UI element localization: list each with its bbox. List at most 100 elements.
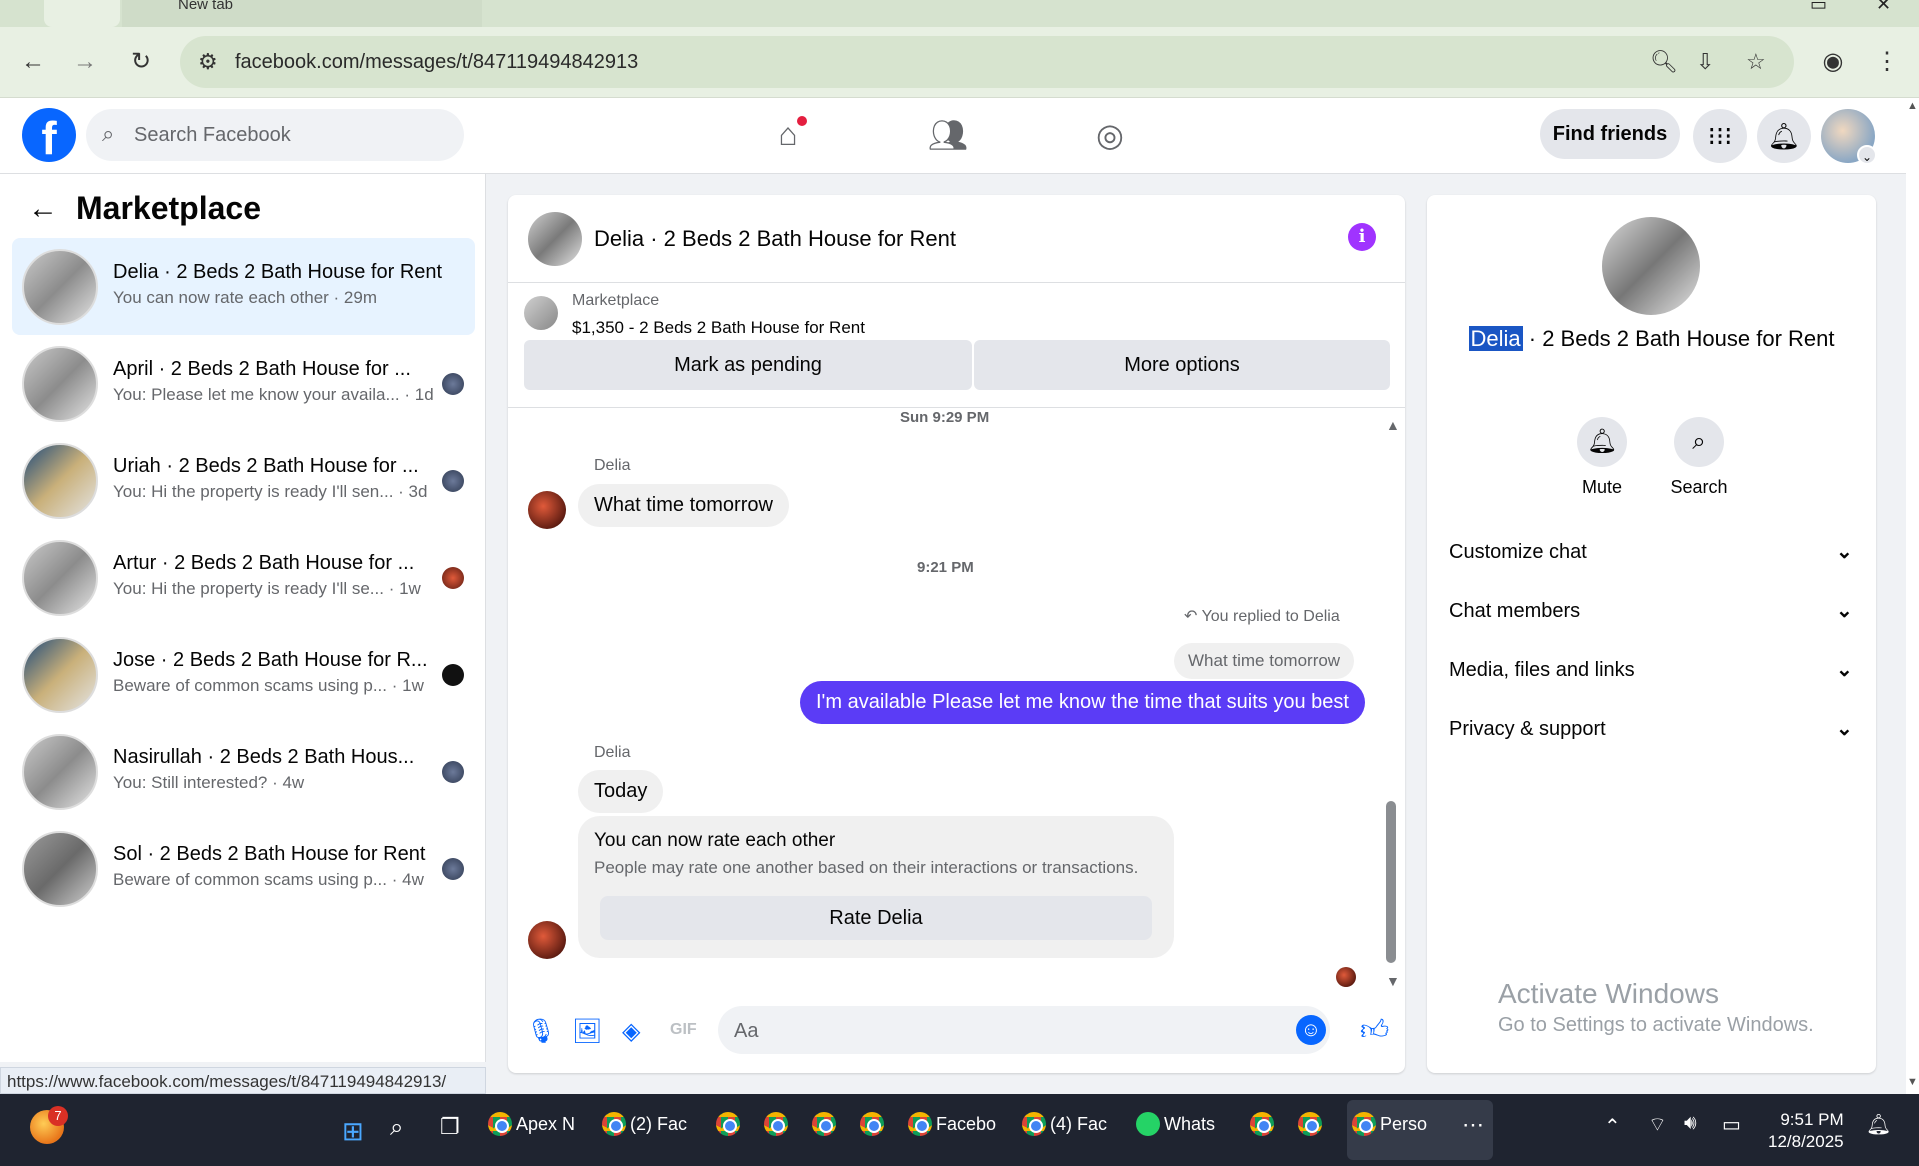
conversation-item[interactable]: Uriah · 2 Beds 2 Bath House for ... You:… <box>12 432 475 529</box>
chat-avatar[interactable] <box>528 212 582 266</box>
site-info-icon[interactable]: ⚙ <box>198 49 218 75</box>
chat-title[interactable]: Delia · 2 Beds 2 Bath House for Rent <box>594 226 956 252</box>
sticker-icon[interactable]: ◈ <box>622 1017 640 1046</box>
task-view-icon[interactable]: ❐ <box>440 1114 460 1140</box>
groups-icon[interactable]: ◎ <box>1088 116 1132 156</box>
scroll-down-arrow-icon[interactable]: ▼ <box>1907 1076 1918 1088</box>
search-icon[interactable]: ⌕ <box>390 1114 403 1142</box>
taskbar-app[interactable]: Facebo <box>908 1112 996 1148</box>
taskbar-app[interactable]: Whats <box>1136 1112 1215 1148</box>
forward-icon[interactable]: → <box>70 47 100 77</box>
incoming-message[interactable]: Today <box>578 770 664 813</box>
photo-icon[interactable]: 🖼︎ <box>572 1017 602 1046</box>
taskbar-app[interactable]: Apex N <box>488 1112 575 1148</box>
privacy-support-row[interactable]: Privacy & support ⌄ <box>1449 708 1859 752</box>
taskbar-app[interactable] <box>716 1112 740 1148</box>
menu-icon[interactable]: ⋮ <box>1872 47 1902 77</box>
listing-avatar[interactable] <box>1602 217 1700 315</box>
address-bar[interactable]: ⚙ facebook.com/messages/t/84711949484291… <box>180 36 1794 88</box>
find-friends-button[interactable]: Find friends <box>1540 109 1680 159</box>
wifi-icon[interactable]: ⌔ <box>1648 1112 1667 1137</box>
taskbar-app[interactable] <box>764 1112 788 1148</box>
message-input[interactable]: Aa ☺ <box>718 1006 1330 1054</box>
customize-chat-row[interactable]: Customize chat ⌄ <box>1449 531 1859 575</box>
conversation-item[interactable]: Sol · 2 Beds 2 Bath House for Rent Bewar… <box>12 820 475 917</box>
reply-note: ↶ You replied to Delia <box>1184 606 1340 626</box>
mute-action[interactable]: 🔔︎ Mute <box>1557 417 1647 498</box>
menu-grid-icon[interactable]: ⁝⁝⁝ <box>1693 109 1747 163</box>
conversation-preview: You can now rate each other · 29m <box>113 288 377 307</box>
listing-thumbnail <box>22 346 98 422</box>
scroll-up-arrow-icon[interactable]: ▲ <box>1907 100 1918 112</box>
chat-members-row[interactable]: Chat members ⌄ <box>1449 590 1859 634</box>
search-action[interactable]: ⌕ Search <box>1654 417 1744 498</box>
back-arrow-icon[interactable]: ← <box>28 192 58 226</box>
profile-icon[interactable]: ◉ <box>1818 47 1848 77</box>
conversation-item[interactable]: April · 2 Beds 2 Bath House for ... You:… <box>12 335 475 432</box>
restore-icon[interactable]: ▭ <box>1810 0 1827 15</box>
facebook-tab[interactable] <box>44 0 120 27</box>
more-apps-icon[interactable]: ⋯ <box>1462 1112 1484 1138</box>
sender-avatar[interactable] <box>528 491 566 529</box>
tray-chevron-up-icon[interactable]: ⌃ <box>1604 1114 1621 1139</box>
chat-panel: Delia · 2 Beds 2 Bath House for Rent i M… <box>508 195 1405 1073</box>
media-files-links-row[interactable]: Media, files and links ⌄ <box>1449 649 1859 693</box>
listing-thumbnail[interactable] <box>524 296 558 330</box>
quoted-message[interactable]: What time tomorrow <box>1174 643 1355 679</box>
install-icon[interactable]: ⇩ <box>1696 49 1714 75</box>
start-icon[interactable]: ⊞ <box>342 1116 364 1147</box>
search-input[interactable]: ⌕ Search Facebook <box>86 109 464 161</box>
reload-icon[interactable]: ↻ <box>126 47 156 77</box>
bookmark-star-icon[interactable]: ☆ <box>1746 49 1766 75</box>
notifications-bell-icon[interactable]: 🔔︎ <box>1757 109 1811 163</box>
close-window-icon[interactable]: ✕ <box>1876 0 1891 15</box>
notification-bell-icon[interactable]: 🔔︎ <box>1866 1112 1891 1137</box>
more-options-button[interactable]: More options <box>974 340 1390 390</box>
scroll-up-arrow-icon[interactable]: ▲ <box>1386 417 1400 433</box>
listing-thumbnail <box>22 637 98 713</box>
sender-avatar[interactable] <box>528 921 566 959</box>
page-scrollbar[interactable]: ▲ ▼ <box>1906 98 1919 1094</box>
facebook-logo[interactable]: f <box>22 108 76 164</box>
new-tab[interactable]: New tab <box>122 0 482 27</box>
info-icon[interactable]: i <box>1348 223 1376 251</box>
volume-icon[interactable]: 🔊︎ <box>1684 1112 1697 1135</box>
thumbs-up-icon[interactable]: 👍︎ <box>1360 1013 1389 1047</box>
microphone-icon[interactable]: 🎙︎ <box>526 1017 556 1046</box>
taskbar-app[interactable] <box>860 1112 884 1148</box>
conversation-item[interactable]: Delia · 2 Beds 2 Bath House for Rent You… <box>12 238 475 335</box>
taskbar-app[interactable]: (2) Fac <box>602 1112 687 1148</box>
taskbar-app-active[interactable]: Perso <box>1352 1112 1427 1148</box>
conversation-item[interactable]: Jose · 2 Beds 2 Bath House for R... Bewa… <box>12 626 475 723</box>
chevron-down-icon: ⌄ <box>1836 541 1853 563</box>
system-clock[interactable]: 9:51 PM 12/8/2025 <box>1768 1109 1844 1153</box>
chevron-down-icon[interactable]: ⌄ <box>1857 145 1877 165</box>
listing-thumbnail <box>22 734 98 810</box>
conversation-item[interactable]: Nasirullah · 2 Beds 2 Bath Hous... You: … <box>12 723 475 820</box>
conversation-name: Artur · 2 Beds 2 Bath House for ... <box>113 552 415 574</box>
emoji-icon[interactable]: ☺ <box>1296 1015 1326 1045</box>
friends-icon[interactable]: 👥︎ <box>926 116 970 156</box>
mark-as-pending-button[interactable]: Mark as pending <box>524 340 972 390</box>
rate-delia-button[interactable]: Rate Delia <box>600 896 1152 940</box>
url-text[interactable]: facebook.com/messages/t/847119494842913 <box>235 51 638 74</box>
back-icon[interactable]: ← <box>18 47 48 77</box>
info-title-name[interactable]: Delia <box>1468 326 1523 351</box>
taskbar-app[interactable] <box>812 1112 836 1148</box>
taskbar-app[interactable] <box>1298 1112 1322 1148</box>
incoming-message[interactable]: What time tomorrow <box>578 484 789 527</box>
info-title-rest: · 2 Beds 2 Bath House for Rent <box>1522 326 1835 351</box>
gif-icon[interactable]: GIF <box>670 1021 697 1039</box>
taskbar-app[interactable]: (4) Fac <box>1022 1112 1107 1148</box>
zoom-icon[interactable]: 🔍︎ <box>1650 49 1678 75</box>
chrome-icon <box>602 1112 626 1136</box>
search-icon[interactable]: ⌕ <box>1674 417 1724 467</box>
battery-icon[interactable]: ▭ <box>1722 1112 1741 1137</box>
outgoing-message[interactable]: I'm available Please let me know the tim… <box>800 681 1365 724</box>
scroll-down-arrow-icon[interactable]: ▼ <box>1386 973 1400 989</box>
taskbar-app[interactable] <box>1250 1112 1274 1148</box>
conversation-item[interactable]: Artur · 2 Beds 2 Bath House for ... You:… <box>12 529 475 626</box>
listing-price[interactable]: $1,350 - 2 Beds 2 Bath House for Rent <box>572 318 865 338</box>
chat-scrollbar-thumb[interactable] <box>1386 801 1396 963</box>
bell-icon[interactable]: 🔔︎ <box>1577 417 1627 467</box>
